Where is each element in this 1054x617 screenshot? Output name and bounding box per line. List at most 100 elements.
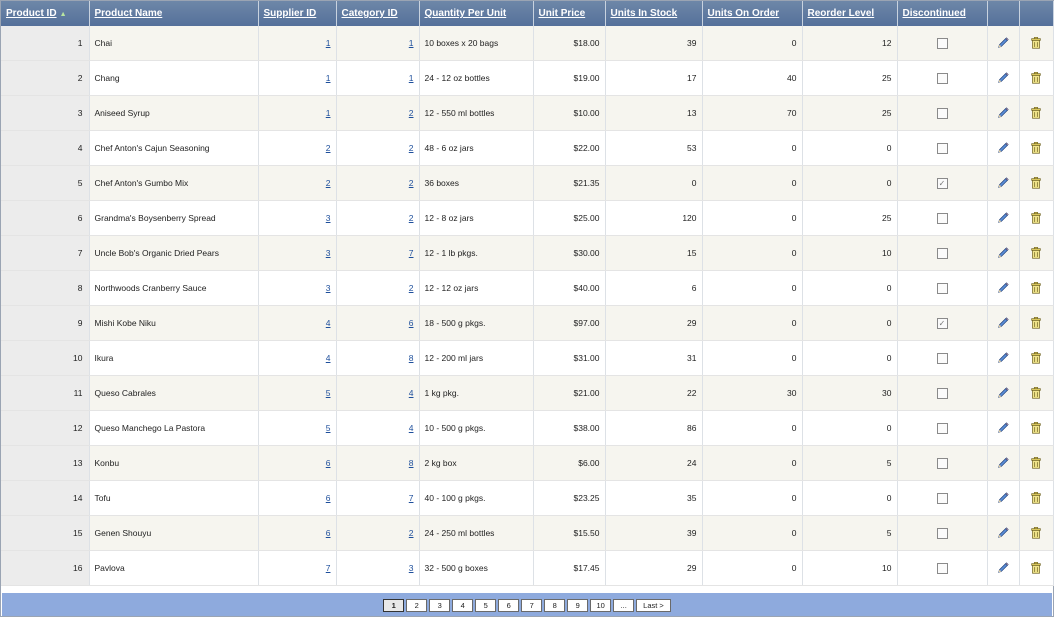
header-units-on-order[interactable]: Units On Order <box>702 1 803 26</box>
category-link[interactable]: 7 <box>409 248 414 258</box>
category-link[interactable]: 2 <box>409 108 414 118</box>
trash-delete-icon[interactable] <box>1029 386 1043 400</box>
supplier-link[interactable]: 2 <box>326 178 331 188</box>
cell-delete <box>1019 26 1054 61</box>
supplier-link[interactable]: 3 <box>326 283 331 293</box>
cell-category-id: 2 <box>336 515 420 551</box>
supplier-link[interactable]: 7 <box>326 563 331 573</box>
pencil-edit-icon[interactable] <box>996 176 1010 190</box>
trash-delete-icon[interactable] <box>1029 106 1043 120</box>
category-link[interactable]: 4 <box>409 388 414 398</box>
category-link[interactable]: 1 <box>409 38 414 48</box>
category-link[interactable]: 8 <box>409 353 414 363</box>
pager-more-button[interactable]: ... <box>613 599 635 612</box>
trash-delete-icon[interactable] <box>1029 351 1043 365</box>
header-category-id[interactable]: Category ID <box>336 1 420 26</box>
header-quantity-per-unit[interactable]: Quantity Per Unit <box>419 1 534 26</box>
supplier-link[interactable]: 1 <box>326 73 331 83</box>
header-row: Product ID ▲ Product Name Supplier ID Cat… <box>1 1 1054 26</box>
supplier-link[interactable]: 2 <box>326 143 331 153</box>
cell-delete <box>1019 375 1054 411</box>
supplier-link[interactable]: 1 <box>326 38 331 48</box>
supplier-link[interactable]: 5 <box>326 423 331 433</box>
pencil-edit-icon[interactable] <box>996 386 1010 400</box>
category-link[interactable]: 7 <box>409 493 414 503</box>
trash-delete-icon[interactable] <box>1029 561 1043 575</box>
header-product-id[interactable]: Product ID ▲ <box>1 1 90 26</box>
header-unit-price[interactable]: Unit Price <box>533 1 606 26</box>
cell-quantity-per-unit: 32 - 500 g boxes <box>419 550 534 586</box>
trash-delete-icon[interactable] <box>1029 456 1043 470</box>
trash-delete-icon[interactable] <box>1029 211 1043 225</box>
trash-delete-icon[interactable] <box>1029 246 1043 260</box>
supplier-link[interactable]: 1 <box>326 108 331 118</box>
supplier-link[interactable]: 4 <box>326 318 331 328</box>
cell-quantity-per-unit: 12 - 8 oz jars <box>419 200 534 236</box>
table-row: 8 Northwoods Cranberry Sauce 3 2 12 - 12 oz … <box>1 270 1054 306</box>
pager-page-9[interactable]: 9 <box>567 599 589 612</box>
pager-page-1[interactable]: 1 <box>383 599 405 612</box>
cell-category-id: 6 <box>336 305 420 341</box>
trash-delete-icon[interactable] <box>1029 71 1043 85</box>
table-row: 14 Tofu 6 7 40 - 100 g pkgs. $23.25 35 0 0 <box>1 480 1054 516</box>
pager-page-2[interactable]: 2 <box>406 599 428 612</box>
supplier-link[interactable]: 5 <box>326 388 331 398</box>
pager-page-3[interactable]: 3 <box>429 599 451 612</box>
category-link[interactable]: 2 <box>409 178 414 188</box>
pencil-edit-icon[interactable] <box>996 36 1010 50</box>
cell-supplier-id: 1 <box>258 95 337 131</box>
pager-page-10[interactable]: 10 <box>590 599 612 612</box>
trash-delete-icon[interactable] <box>1029 141 1043 155</box>
trash-delete-icon[interactable] <box>1029 526 1043 540</box>
supplier-link[interactable]: 6 <box>326 458 331 468</box>
supplier-link[interactable]: 3 <box>326 248 331 258</box>
category-link[interactable]: 2 <box>409 143 414 153</box>
pencil-edit-icon[interactable] <box>996 421 1010 435</box>
category-link[interactable]: 4 <box>409 423 414 433</box>
category-link[interactable]: 8 <box>409 458 414 468</box>
category-link[interactable]: 2 <box>409 528 414 538</box>
pencil-edit-icon[interactable] <box>996 211 1010 225</box>
pager-last-button[interactable]: Last > <box>636 599 671 612</box>
supplier-link[interactable]: 6 <box>326 528 331 538</box>
pencil-edit-icon[interactable] <box>996 246 1010 260</box>
pencil-edit-icon[interactable] <box>996 71 1010 85</box>
pager-page-8[interactable]: 8 <box>544 599 566 612</box>
pencil-edit-icon[interactable] <box>996 526 1010 540</box>
category-link[interactable]: 6 <box>409 318 414 328</box>
trash-delete-icon[interactable] <box>1029 491 1043 505</box>
category-link[interactable]: 2 <box>409 283 414 293</box>
pager-page-4[interactable]: 4 <box>452 599 474 612</box>
pencil-edit-icon[interactable] <box>996 456 1010 470</box>
trash-delete-icon[interactable] <box>1029 281 1043 295</box>
category-link[interactable]: 1 <box>409 73 414 83</box>
cell-quantity-per-unit: 36 boxes <box>419 165 534 201</box>
pencil-edit-icon[interactable] <box>996 491 1010 505</box>
pencil-edit-icon[interactable] <box>996 351 1010 365</box>
header-discontinued[interactable]: Discontinued <box>897 1 988 26</box>
pager-page-7[interactable]: 7 <box>521 599 543 612</box>
supplier-link[interactable]: 3 <box>326 213 331 223</box>
pencil-edit-icon[interactable] <box>996 561 1010 575</box>
supplier-link[interactable]: 6 <box>326 493 331 503</box>
cell-supplier-id: 7 <box>258 550 337 586</box>
trash-delete-icon[interactable] <box>1029 316 1043 330</box>
trash-delete-icon[interactable] <box>1029 36 1043 50</box>
category-link[interactable]: 3 <box>409 563 414 573</box>
cell-product-name: Aniseed Syrup <box>89 95 259 131</box>
pencil-edit-icon[interactable] <box>996 316 1010 330</box>
pager-page-6[interactable]: 6 <box>498 599 520 612</box>
trash-delete-icon[interactable] <box>1029 176 1043 190</box>
pager-page-5[interactable]: 5 <box>475 599 497 612</box>
pencil-edit-icon[interactable] <box>996 281 1010 295</box>
header-reorder-level[interactable]: Reorder Level <box>802 1 898 26</box>
pencil-edit-icon[interactable] <box>996 106 1010 120</box>
header-supplier-id[interactable]: Supplier ID <box>258 1 337 26</box>
header-units-in-stock[interactable]: Units In Stock <box>605 1 703 26</box>
trash-delete-icon[interactable] <box>1029 421 1043 435</box>
category-link[interactable]: 2 <box>409 213 414 223</box>
pencil-edit-icon[interactable] <box>996 141 1010 155</box>
supplier-link[interactable]: 4 <box>326 353 331 363</box>
discontinued-checkbox <box>936 352 948 364</box>
header-product-name[interactable]: Product Name <box>89 1 259 26</box>
